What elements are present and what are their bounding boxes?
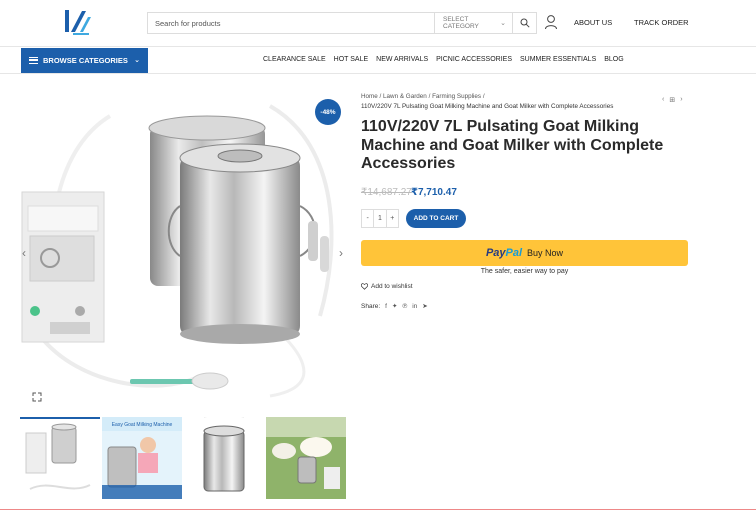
- quantity-decrease-button[interactable]: -: [362, 210, 373, 227]
- telegram-icon[interactable]: ➤: [422, 302, 427, 310]
- breadcrumb-lawn-garden[interactable]: Lawn & Garden: [383, 93, 427, 100]
- paypal-logo-pal: Pal: [505, 247, 523, 259]
- wishlist-label: Add to wishlist: [371, 283, 413, 290]
- thumbnail-3[interactable]: [184, 417, 264, 499]
- search-input[interactable]: [148, 13, 434, 33]
- browse-categories-label: BROWSE CATEGORIES: [43, 56, 128, 65]
- discount-badge: -48%: [315, 99, 341, 125]
- category-select[interactable]: SELECT CATEGORY ⌄: [434, 13, 512, 33]
- chevron-down-icon: ⌄: [134, 57, 140, 64]
- pinterest-icon[interactable]: ℗: [402, 303, 407, 310]
- add-to-cart-button[interactable]: ADD TO CART: [406, 209, 466, 228]
- thumbnail-2-caption: Easy Goat Milking Machine: [112, 422, 173, 428]
- breadcrumb: Home / Lawn & Garden / Farming Supplies …: [361, 92, 613, 112]
- breadcrumb-home[interactable]: Home: [361, 93, 378, 100]
- nav-link-clearance-sale[interactable]: CLEARANCE SALE: [263, 56, 326, 63]
- grid-icon[interactable]: ⊞: [669, 96, 675, 104]
- browse-categories-button[interactable]: BROWSE CATEGORIES ⌄: [21, 48, 148, 73]
- gallery-prev-arrow[interactable]: ‹: [22, 246, 26, 260]
- nav-links: CLEARANCE SALE HOT SALE NEW ARRIVALS PIC…: [263, 56, 624, 63]
- quantity-input[interactable]: 1: [373, 210, 387, 227]
- quantity-stepper: - 1 +: [361, 209, 399, 228]
- zoom-icon[interactable]: [32, 392, 42, 402]
- thumbnail-2[interactable]: Easy Goat Milking Machine: [102, 417, 182, 499]
- product-navigation: ‹ ⊞ ›: [662, 96, 683, 104]
- category-select-label: SELECT CATEGORY: [443, 16, 479, 30]
- main-navigation: BROWSE CATEGORIES ⌄ CLEARANCE SALE HOT S…: [0, 46, 756, 74]
- twitter-icon[interactable]: ✦: [392, 302, 397, 310]
- nav-link-blog[interactable]: BLOG: [604, 56, 623, 63]
- search-button[interactable]: [512, 13, 536, 33]
- nav-link-new-arrivals[interactable]: NEW ARRIVALS: [376, 56, 428, 63]
- regular-price: ₹14,687.27: [361, 187, 412, 198]
- quantity-increase-button[interactable]: +: [387, 210, 398, 227]
- paypal-logo-pay: Pay: [485, 247, 506, 259]
- site-header: SELECT CATEGORY ⌄ ABOUT US TRACK ORDER: [0, 0, 756, 46]
- sale-price: ₹7,710.47: [411, 187, 457, 198]
- search-icon: [520, 18, 530, 28]
- heart-icon: [361, 283, 368, 290]
- about-us-link[interactable]: ABOUT US: [574, 18, 612, 27]
- bottom-divider: [0, 509, 756, 510]
- thumbnail-1[interactable]: [20, 417, 100, 499]
- site-logo[interactable]: [60, 8, 94, 38]
- nav-link-summer-essentials[interactable]: SUMMER ESSENTIALS: [520, 56, 596, 63]
- track-order-link[interactable]: TRACK ORDER: [634, 18, 689, 27]
- nav-link-hot-sale[interactable]: HOT SALE: [334, 56, 369, 63]
- thumbnail-4[interactable]: [266, 417, 346, 499]
- paypal-logo: PayPal: [486, 247, 522, 259]
- breadcrumb-separator: /: [482, 93, 485, 100]
- breadcrumb-current: 110V/220V 7L Pulsating Goat Milking Mach…: [361, 103, 614, 110]
- prev-product-icon[interactable]: ‹: [662, 96, 664, 104]
- chevron-down-icon: ⌄: [500, 20, 506, 27]
- facebook-icon[interactable]: f: [385, 303, 387, 310]
- share-bar: Share: f ✦ ℗ in ➤: [361, 302, 428, 311]
- linkedin-icon[interactable]: in: [412, 303, 417, 310]
- thumbnail-strip: Easy Goat Milking Machine: [20, 417, 346, 499]
- next-product-icon[interactable]: ›: [680, 96, 682, 104]
- product-main-image[interactable]: [20, 86, 346, 404]
- search-bar: SELECT CATEGORY ⌄: [147, 12, 537, 34]
- paypal-buy-now-button[interactable]: PayPal Buy Now: [361, 240, 688, 266]
- user-icon[interactable]: [544, 14, 558, 30]
- breadcrumb-farming-supplies[interactable]: Farming Supplies: [432, 93, 481, 100]
- gallery-next-arrow[interactable]: ›: [339, 246, 343, 260]
- paypal-tagline: The safer, easier way to pay: [480, 268, 569, 275]
- product-title: 110V/220V 7L Pulsating Goat Milking Mach…: [361, 118, 664, 172]
- menu-icon: [29, 57, 38, 64]
- share-label: Share:: [361, 302, 381, 310]
- paypal-button-label: Buy Now: [527, 248, 564, 258]
- add-to-wishlist-link[interactable]: Add to wishlist: [361, 283, 413, 290]
- nav-link-picnic-accessories[interactable]: PICNIC ACCESSORIES: [436, 56, 512, 63]
